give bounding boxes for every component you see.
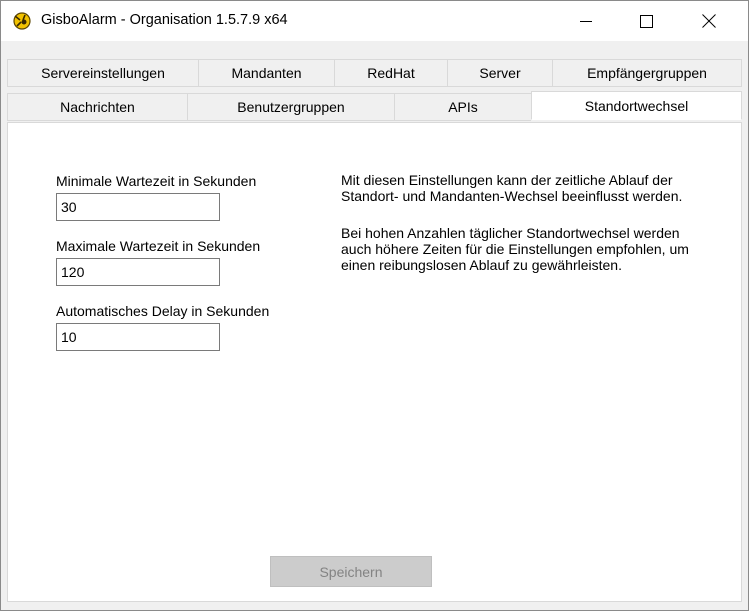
tab-servereinstellungen[interactable]: Servereinstellungen <box>7 59 198 87</box>
info-text-line: Mit diesen Einstellungen kann der zeitli… <box>341 172 673 188</box>
close-icon <box>702 14 716 28</box>
info-text-line: auch höhere Zeiten für die Einstellungen… <box>341 241 689 257</box>
info-text-line: einen reibungslosen Ablauf zu gewährleis… <box>341 257 622 273</box>
auto-delay-label: Automatisches Delay in Sekunden <box>56 303 270 319</box>
title-bar[interactable]: GisboAlarm - Organisation 1.5.7.9 x64 <box>1 1 748 41</box>
min-wait-input[interactable] <box>56 193 220 221</box>
tab-panel-standortwechsel: Minimale Wartezeit in Sekunden Maximale … <box>7 122 742 602</box>
info-paragraph-1: Mit diesen Einstellungen kann der zeitli… <box>341 172 682 204</box>
tab-mandanten[interactable]: Mandanten <box>198 59 334 87</box>
tab-redhat[interactable]: RedHat <box>334 59 447 87</box>
tab-apis[interactable]: APIs <box>394 93 531 121</box>
tab-row-2: Nachrichten Benutzergruppen APIs Standor… <box>7 91 742 121</box>
minimize-button[interactable] <box>563 1 609 41</box>
maximize-button[interactable] <box>623 1 669 41</box>
window-title: GisboAlarm - Organisation 1.5.7.9 x64 <box>41 12 288 28</box>
gisboalarm-app-icon <box>11 10 33 32</box>
auto-delay-input[interactable] <box>56 323 220 351</box>
info-text-line: Bei hohen Anzahlen täglicher Standortwec… <box>341 225 680 241</box>
tab-nachrichten[interactable]: Nachrichten <box>7 93 187 121</box>
tab-empfaengergruppen[interactable]: Empfängergruppen <box>552 59 742 87</box>
tab-row-1: Servereinstellungen Mandanten RedHat Ser… <box>7 59 742 87</box>
max-wait-label: Maximale Wartezeit in Sekunden <box>56 238 261 254</box>
minimize-icon <box>580 15 592 27</box>
save-button[interactable]: Speichern <box>270 556 432 587</box>
close-button[interactable] <box>686 1 732 41</box>
app-window: GisboAlarm - Organisation 1.5.7.9 x64 Se… <box>0 0 749 611</box>
maximize-icon <box>639 14 653 28</box>
tab-server[interactable]: Server <box>447 59 552 87</box>
max-wait-input[interactable] <box>56 258 220 286</box>
tab-benutzergruppen[interactable]: Benutzergruppen <box>187 93 394 121</box>
tab-standortwechsel[interactable]: Standortwechsel <box>531 91 742 120</box>
min-wait-label: Minimale Wartezeit in Sekunden <box>56 173 257 189</box>
info-text-line: Standort- und Mandanten-Wechsel beeinflu… <box>341 188 683 204</box>
info-paragraph-2: Bei hohen Anzahlen täglicher Standortwec… <box>341 225 689 273</box>
